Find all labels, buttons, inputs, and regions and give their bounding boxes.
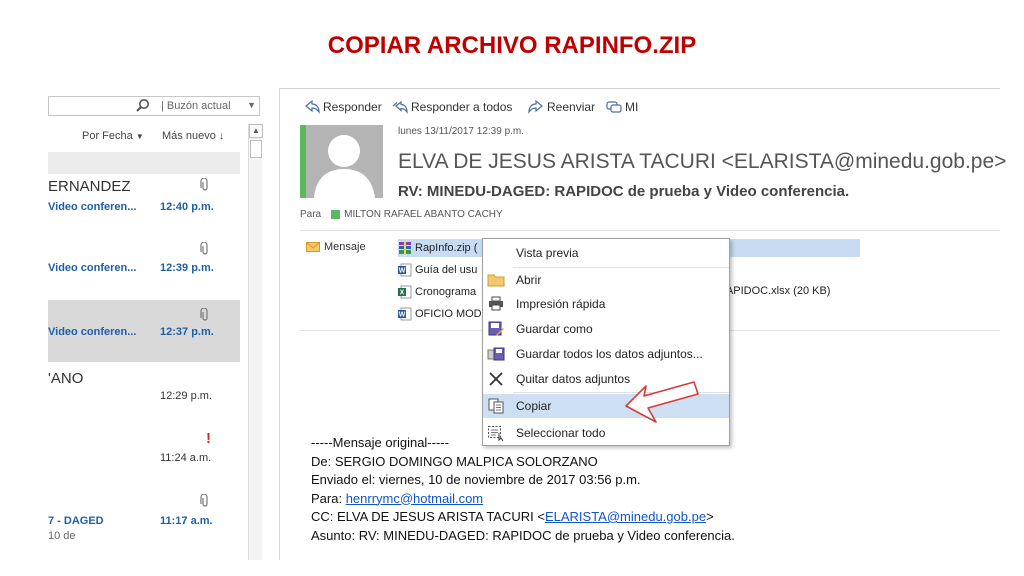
message-list-pane: | Buzón actual ▼ Por Fecha ▼ Más nuevo ↓… [48,88,270,560]
message-list-scrollbar[interactable]: ▲ [248,124,263,560]
message-tab[interactable]: Mensaje [306,241,366,253]
printer-icon [489,296,503,311]
list-item-time: 12:37 p.m. [160,326,214,338]
word-file-icon: W [398,263,412,277]
message-sender[interactable]: ELVA DE JESUS ARISTA TACURI <ELARISTA@mi… [398,150,1006,174]
sort-order-button[interactable]: Más nuevo ↓ [162,130,224,142]
list-item-subject: 7 - DAGED [48,515,104,527]
list-item-preview: 10 de [48,530,76,542]
list-item[interactable]: Video conferen... 12:39 p.m. [48,242,240,286]
body-line: CC: ELVA DE JESUS ARISTA TACURI <ELARIST… [311,509,714,524]
list-item-selected[interactable]: Video conferen... 12:37 p.m. [48,300,240,362]
sort-row: Por Fecha ▼ Más nuevo ↓ [48,126,238,144]
svg-text:X: X [400,290,405,297]
copy-icon [488,398,504,414]
reply-all-icon [392,100,408,114]
header-divider [300,230,1000,231]
forward-icon [528,100,543,114]
list-item-subject: Video conferen... [48,326,137,338]
list-item-time: 12:40 p.m. [160,201,214,213]
word-file-icon: W [398,307,412,321]
paperclip-icon [200,242,208,255]
select-all-icon [488,426,504,441]
body-line: Para: henrrymc@hotmail.com [311,490,484,506]
message-body: -----Mensaje original----- De: SERGIO DO… [311,434,735,545]
message-date: lunes 13/11/2017 12:39 p.m. [398,126,525,137]
list-item-time: 11:17 a.m. [160,515,213,527]
body-line: Enviado el: viernes, 10 de noviembre de … [311,472,641,487]
list-item-time: 12:39 p.m. [160,262,214,274]
menu-item-save-all[interactable]: Guardar todos los datos adjuntos... [483,342,729,366]
body-line: De: SERGIO DOMINGO MALPICA SOLORZANO [311,453,598,469]
list-item[interactable]: 'ANO 12:29 p.m. [48,370,240,414]
reply-all-button[interactable]: Responder a todos [392,100,512,114]
folder-icon [487,274,505,287]
search-box[interactable]: | Buzón actual ▼ [48,96,260,116]
to-label: Para [300,209,322,220]
contact-avatar[interactable] [306,125,383,198]
menu-item-preview[interactable]: Vista previa [483,241,729,265]
top-divider [280,88,1000,89]
person-silhouette-icon [314,135,375,198]
recipient-row: Para MILTON RAFAEL ABANTO CACHY [300,209,503,220]
svg-text:W: W [399,312,406,319]
list-item[interactable]: 7 - DAGED 11:17 a.m. 10 de [48,494,240,542]
zip-file-icon [399,242,411,254]
sort-by-date-button[interactable]: Por Fecha ▼ [82,130,144,142]
chevron-down-icon[interactable]: ▼ [247,100,256,110]
list-item[interactable]: ! 11:24 a.m. [48,430,240,474]
attachment-oficio[interactable]: W OFICIO MOD [398,305,482,323]
menu-item-quick-print[interactable]: Impresión rápida [483,292,729,316]
attachment-tail-text: RAPIDOC.xlsx (20 KB) [718,285,831,297]
forward-button[interactable]: Reenviar [528,100,595,114]
high-importance-icon: ! [206,430,211,447]
list-item-subject: Video conferen... [48,262,137,274]
scroll-thumb[interactable] [250,140,262,158]
excel-file-icon: X [398,285,412,299]
list-item-subject: Video conferen... [48,201,137,213]
paperclip-icon [200,494,208,507]
annotation-arrow-icon [625,381,699,423]
list-item-sender: 'ANO [48,370,84,387]
pane-divider[interactable] [279,88,280,560]
menu-item-save-as[interactable]: Guardar como [483,317,729,341]
list-item-time: 11:24 a.m. [160,452,212,464]
message-subject: RV: MINEDU-DAGED: RAPIDOC de prueba y Vi… [398,183,850,200]
search-icon[interactable] [135,98,151,114]
reply-icon [305,100,320,114]
email-link[interactable]: ELARISTA@minedu.gob.pe [545,509,706,524]
body-line: Asunto: RV: MINEDU-DAGED: RAPIDOC de pru… [311,527,735,543]
email-link[interactable]: henrrymc@hotmail.com [346,491,483,506]
x-icon [489,372,503,386]
envelope-icon [306,242,320,252]
recipient-name[interactable]: MILTON RAFAEL ABANTO CACHY [344,209,503,220]
list-item[interactable]: ERNANDEZ Video conferen... 12:40 p.m. [48,178,240,222]
reply-button[interactable]: Responder [304,100,382,114]
attachment-cronograma[interactable]: X Cronograma [398,283,476,301]
list-item-time: 12:29 p.m. [160,390,212,402]
list-item-sender: ERNANDEZ [48,178,131,195]
menu-item-open[interactable]: Abrir [483,268,729,292]
paperclip-icon [200,178,208,191]
presence-indicator [331,210,341,219]
instant-message-icon [606,101,622,113]
slide-title: COPIAR ARCHIVO RAPINFO.ZIP [327,32,697,59]
save-as-icon [488,321,504,336]
instant-message-button[interactable]: MI [606,100,638,114]
paperclip-icon [200,308,208,321]
scroll-up-arrow[interactable]: ▲ [249,124,263,138]
attachment-guia[interactable]: W Guía del usu [398,261,477,279]
date-group-header [48,152,240,174]
svg-text:W: W [399,268,406,275]
search-scope-label[interactable]: | Buzón actual [161,100,231,112]
save-all-icon [487,347,505,361]
